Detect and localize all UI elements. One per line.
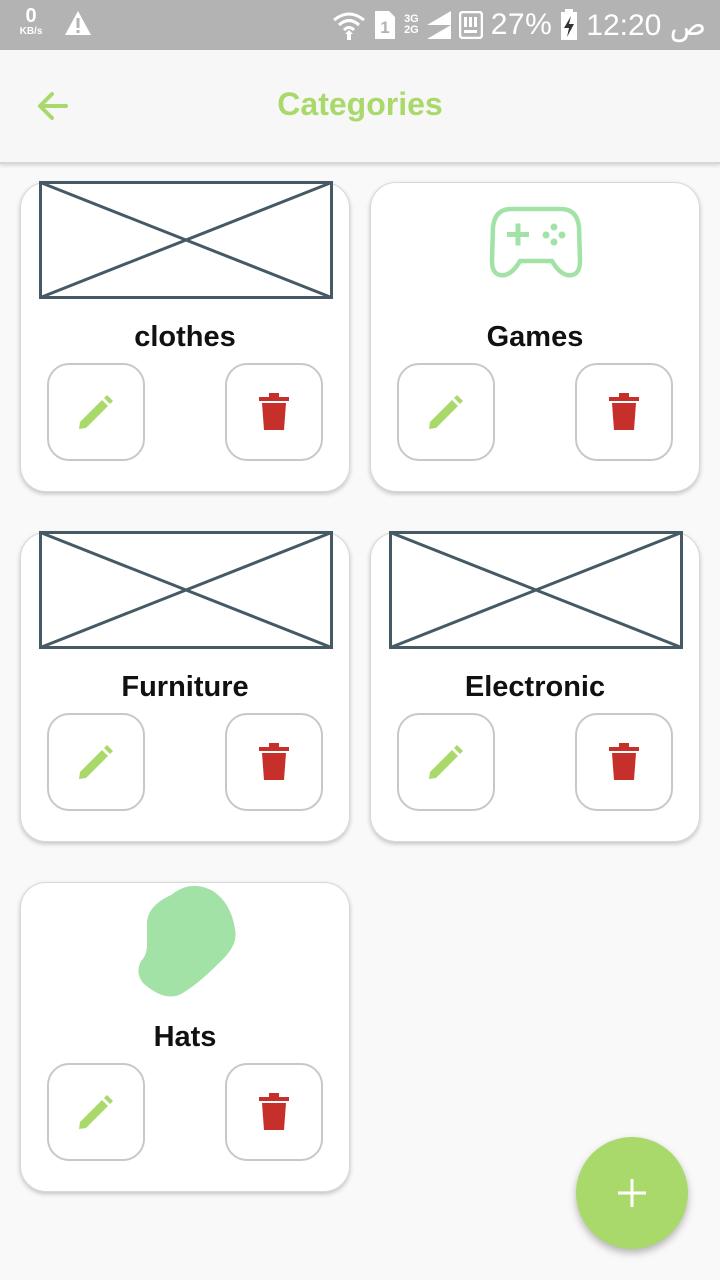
- battery-charging-icon: [561, 9, 578, 40]
- trash-icon: [609, 743, 639, 780]
- edit-button[interactable]: [397, 713, 495, 811]
- plus-icon: [618, 1179, 646, 1207]
- category-card[interactable]: Electronic: [370, 531, 700, 842]
- pencil-icon: [79, 1095, 113, 1129]
- storage-icon: [458, 11, 483, 39]
- category-name: Electronic: [464, 671, 606, 703]
- delete-button[interactable]: [575, 363, 673, 461]
- category-card[interactable]: Hats: [20, 882, 350, 1192]
- edit-button[interactable]: [397, 363, 495, 461]
- signal-icon: [426, 11, 451, 39]
- pencil-icon: [79, 745, 113, 779]
- edit-button[interactable]: [47, 363, 145, 461]
- edit-button[interactable]: [47, 1063, 145, 1161]
- delete-button[interactable]: [575, 713, 673, 811]
- gamepad-icon: [489, 206, 583, 278]
- trash-icon: [259, 393, 289, 430]
- category-name: clothes: [134, 321, 236, 353]
- category-name: Furniture: [121, 671, 249, 703]
- category-card[interactable]: clothes: [20, 181, 350, 492]
- edit-button[interactable]: [47, 713, 145, 811]
- data-speed-value: 0: [25, 5, 37, 27]
- placeholder-image: [39, 531, 333, 649]
- pencil-icon: [429, 395, 463, 429]
- delete-button[interactable]: [225, 713, 323, 811]
- delete-button[interactable]: [225, 363, 323, 461]
- network-type: 3G 2G: [404, 14, 419, 36]
- app-bar: Categories: [0, 50, 720, 164]
- category-card[interactable]: Games: [370, 182, 700, 492]
- status-right: 1 3G 2G 27% 12:20 ص: [332, 0, 706, 50]
- warning-icon: [65, 11, 91, 35]
- status-left: 0 KB/s: [14, 6, 92, 37]
- category-name: Games: [486, 321, 584, 353]
- network-2g-label: 2G: [404, 24, 419, 36]
- page-title: Categories: [277, 86, 443, 122]
- category-card[interactable]: Furniture: [20, 531, 350, 842]
- data-speed-unit: KB/s: [19, 26, 43, 37]
- sim-slot-number: 1: [380, 18, 389, 37]
- sim-card-icon: 1: [375, 11, 396, 39]
- data-speed: 0 KB/s: [14, 6, 48, 37]
- add-category-button[interactable]: [576, 1137, 688, 1249]
- status-bar: 0 KB/s 1 3G 2G 27% 12:20 ص: [0, 0, 720, 50]
- trash-icon: [259, 1093, 289, 1130]
- placeholder-image: [389, 531, 683, 649]
- hat-image: [138, 885, 236, 997]
- placeholder-image: [39, 181, 333, 299]
- clock: 12:20 ص: [586, 8, 706, 42]
- delete-button[interactable]: [225, 1063, 323, 1161]
- wifi-icon: [333, 12, 365, 40]
- pencil-icon: [429, 745, 463, 779]
- battery-percent: 27%: [490, 8, 553, 41]
- trash-icon: [609, 393, 639, 430]
- trash-icon: [259, 743, 289, 780]
- category-name: Hats: [153, 1021, 217, 1053]
- pencil-icon: [79, 395, 113, 429]
